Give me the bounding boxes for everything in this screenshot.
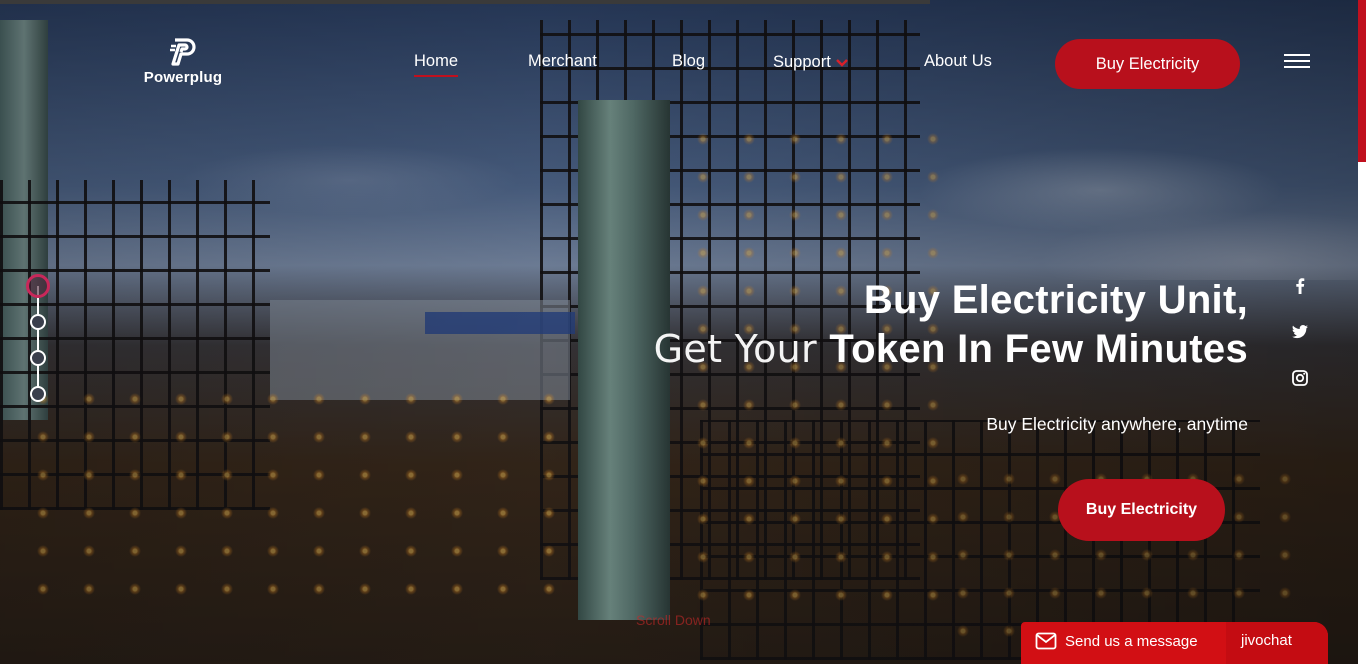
chat-widget[interactable]: Send us a message jivochat: [1021, 622, 1328, 664]
top-progress-line: [0, 0, 930, 4]
hero-title-line1: Buy Electricity Unit,: [863, 278, 1248, 322]
chevron-down-icon: [835, 59, 848, 67]
slider-pagination: [26, 274, 50, 404]
slide-dot-3[interactable]: [30, 350, 46, 366]
slide-dot-2[interactable]: [30, 314, 46, 330]
instagram-icon[interactable]: [1290, 368, 1310, 388]
nav-item-support-label: Support: [773, 53, 831, 71]
hero-title-light: Get Your: [653, 327, 830, 371]
scroll-indicator: [1358, 0, 1366, 162]
nav-item-support[interactable]: Support: [773, 53, 849, 72]
nav-item-merchant[interactable]: Merchant: [528, 52, 597, 71]
nav-item-home[interactable]: Home: [414, 52, 459, 77]
envelope-icon: [1035, 632, 1057, 650]
hamburger-icon[interactable]: [1284, 54, 1310, 68]
hero-buy-electricity-button[interactable]: Buy Electricity: [1058, 479, 1225, 541]
hero-title-bold: Token In Few Minutes: [829, 327, 1248, 371]
facebook-icon[interactable]: [1290, 276, 1310, 296]
scroll-down-hint[interactable]: Scroll Down: [636, 612, 711, 628]
hero-title-line2: Get Your Token In Few Minutes: [654, 327, 1248, 372]
chat-send-message-label: Send us a message: [1065, 633, 1198, 650]
twitter-icon[interactable]: [1290, 322, 1310, 342]
brand-logo[interactable]: Powerplug: [138, 36, 228, 88]
nav-item-about-us[interactable]: About Us: [924, 52, 992, 71]
powerplug-logo-icon: [170, 38, 196, 66]
slide-dot-1[interactable]: [26, 274, 50, 298]
chat-brand-label: jivochat: [1241, 632, 1292, 649]
slide-dot-4[interactable]: [30, 386, 46, 402]
brand-name: Powerplug: [143, 69, 223, 86]
pagination-line: [37, 286, 39, 394]
header-buy-electricity-button[interactable]: Buy Electricity: [1055, 39, 1240, 89]
nav-item-blog[interactable]: Blog: [672, 52, 705, 71]
hero-subtitle: Buy Electricity anywhere, anytime: [986, 414, 1248, 434]
